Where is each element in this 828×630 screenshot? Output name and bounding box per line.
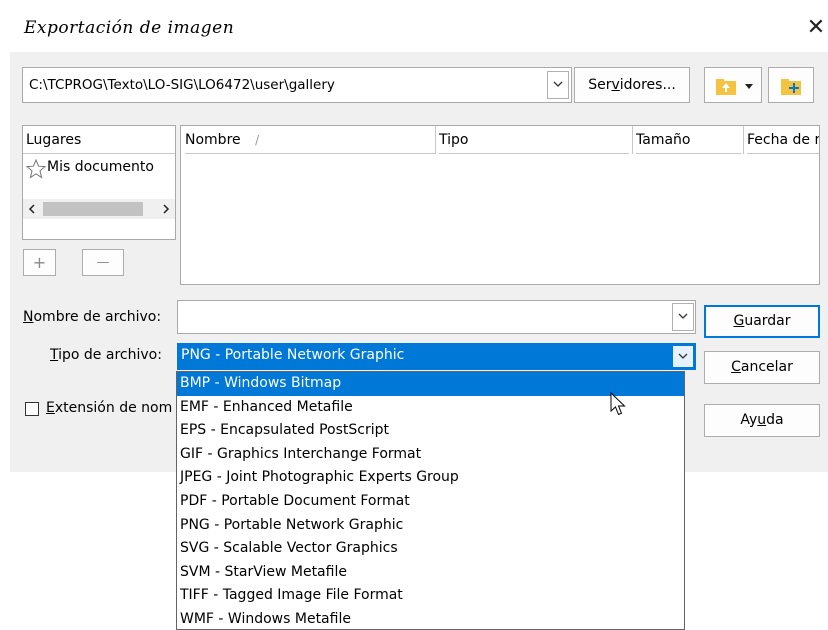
filetype-option[interactable]: SVM - StarView Metafile xyxy=(177,561,684,585)
window-title: Exportación de imagen xyxy=(24,18,235,38)
header-underline xyxy=(181,154,819,155)
filename-label-post: ombre de archivo: xyxy=(33,309,162,325)
filetype-option[interactable]: EMF - Enhanced Metafile xyxy=(177,396,684,420)
scrollbar-thumb[interactable] xyxy=(43,202,143,216)
filename-label-key: N xyxy=(23,309,34,325)
filename-combobox[interactable] xyxy=(177,300,696,334)
path-dropdown-button[interactable] xyxy=(547,71,569,99)
help-label-pre: Ay xyxy=(740,412,758,428)
scroll-left-icon[interactable] xyxy=(27,204,37,214)
filetype-option[interactable]: EPS - Encapsulated PostScript xyxy=(177,419,684,443)
up-folder-button[interactable] xyxy=(704,67,762,103)
places-item-my-documents[interactable]: Mis documento xyxy=(23,156,175,180)
remove-place-button[interactable]: — xyxy=(82,249,124,276)
column-divider[interactable] xyxy=(632,126,633,154)
filetype-label-post: ipo de archivo: xyxy=(58,347,162,363)
servers-label-pre: Ser xyxy=(588,77,612,93)
servers-button[interactable]: Servidores... xyxy=(574,67,690,103)
help-label-key: u xyxy=(757,412,767,428)
help-button[interactable]: Ayuda xyxy=(704,404,820,437)
places-item-label: Mis documento xyxy=(47,159,154,175)
extension-label-post: xtensión de nom xyxy=(54,400,173,416)
column-header-name[interactable]: Nombre / xyxy=(185,126,435,154)
path-combobox[interactable]: C:\TCPROG\Texto\LO-SIG\LO6472\user\galle… xyxy=(22,67,572,103)
save-label-key: G xyxy=(733,313,745,329)
scroll-right-icon[interactable] xyxy=(161,204,171,214)
filetype-option[interactable]: TIFF - Tagged Image File Format xyxy=(177,584,684,608)
new-folder-button[interactable] xyxy=(768,67,814,103)
servers-label-key: v xyxy=(611,77,620,93)
filetype-combobox[interactable]: PNG - Portable Network Graphic xyxy=(177,343,696,370)
chevron-down-icon xyxy=(678,313,688,319)
places-header[interactable]: Lugares xyxy=(23,126,175,154)
places-horizontal-scrollbar[interactable] xyxy=(23,199,175,219)
filetype-option[interactable]: PDF - Portable Document Format xyxy=(177,490,684,514)
close-icon[interactable]: ✕ xyxy=(804,12,828,44)
auto-extension-checkbox[interactable] xyxy=(25,402,39,416)
filename-dropdown-button[interactable] xyxy=(672,303,694,331)
sort-indicator-icon: / xyxy=(255,133,260,147)
add-place-button[interactable]: + xyxy=(23,249,56,276)
cancel-label-post: ancelar xyxy=(740,359,793,375)
places-panel: Lugares Mis documento xyxy=(22,125,176,240)
column-header-size[interactable]: Tamaño xyxy=(636,126,741,154)
servers-label-post: idores... xyxy=(619,77,676,93)
save-label-post: uardar xyxy=(744,313,791,329)
path-value: C:\TCPROG\Texto\LO-SIG\LO6472\user\galle… xyxy=(29,77,335,93)
new-folder-icon xyxy=(781,79,801,95)
filetype-label: Tipo de archivo: xyxy=(50,347,162,363)
auto-extension-label[interactable]: Extensión de nom xyxy=(46,400,172,416)
help-label-post: da xyxy=(766,412,784,428)
extension-label-key: E xyxy=(46,400,55,416)
filetype-option[interactable]: GIF - Graphics Interchange Format xyxy=(177,443,684,467)
filetype-option[interactable]: JPEG - Joint Photographic Experts Group xyxy=(177,466,684,490)
filename-label: Nombre de archivo: xyxy=(23,309,161,325)
column-divider[interactable] xyxy=(435,126,436,154)
column-divider[interactable] xyxy=(743,126,744,154)
cancel-button[interactable]: Cancelar xyxy=(704,351,820,384)
filetype-value: PNG - Portable Network Graphic xyxy=(181,347,405,363)
chevron-down-icon xyxy=(553,81,563,87)
filetype-option[interactable]: BMP - Windows Bitmap xyxy=(177,372,684,396)
column-header-type[interactable]: Tipo xyxy=(439,126,629,154)
filetype-dropdown-list[interactable]: BMP - Windows Bitmap EMF - Enhanced Meta… xyxy=(176,371,685,630)
filetype-option[interactable]: PNG - Portable Network Graphic xyxy=(177,514,684,538)
folder-up-icon xyxy=(716,79,753,95)
column-name-label: Nombre xyxy=(185,132,241,148)
title-bar[interactable]: Exportación de imagen ✕ xyxy=(10,0,828,52)
filetype-dropdown-button[interactable] xyxy=(672,345,694,368)
save-button[interactable]: Guardar xyxy=(704,305,820,338)
star-icon xyxy=(26,159,46,179)
column-header-date[interactable]: Fecha de r xyxy=(747,126,819,154)
chevron-down-icon xyxy=(678,353,688,359)
filetype-option[interactable]: SVG - Scalable Vector Graphics xyxy=(177,537,684,561)
file-list-panel[interactable]: Nombre / Tipo Tamaño Fecha de r xyxy=(180,125,820,285)
filetype-label-key: T xyxy=(50,347,59,363)
cancel-label-key: C xyxy=(731,359,741,375)
filetype-option[interactable]: WMF - Windows Metafile xyxy=(177,608,684,629)
mouse-cursor-icon xyxy=(610,392,626,416)
